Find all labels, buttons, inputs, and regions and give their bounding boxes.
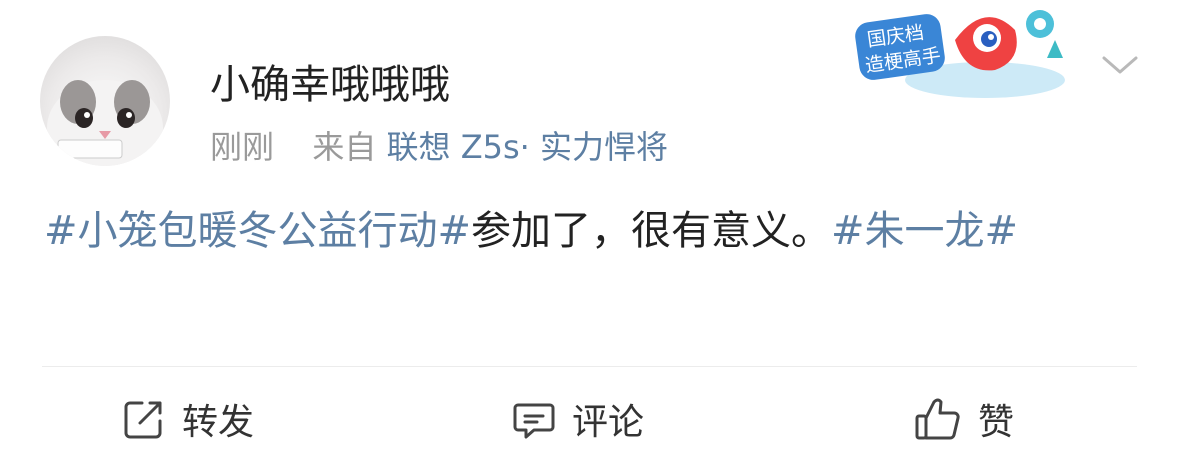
like-label: 赞 (978, 402, 1015, 443)
like-button[interactable]: 赞 (914, 394, 1014, 444)
event-badge[interactable]: 国庆档 造梗高手 (835, 0, 1075, 110)
divider (42, 366, 1137, 367)
chevron-down-icon[interactable] (1100, 52, 1140, 78)
thumbs-up-icon (915, 398, 960, 440)
username[interactable]: 小确幸哦哦哦 (210, 52, 450, 110)
post-source[interactable]: 联想 Z5s· 实力悍将 (387, 128, 668, 166)
comment-icon (513, 403, 555, 439)
comment-label: 评论 (572, 402, 645, 443)
avatar[interactable] (40, 36, 170, 166)
mascot-badge-icon: 国庆档 造梗高手 (855, 10, 1065, 98)
post-time: 刚刚 (210, 128, 275, 166)
post-text: 参加了，很有意义。 (471, 208, 832, 254)
post-content: #小笼包暖冬公益行动#参加了，很有意义。#朱一龙# (44, 196, 1134, 266)
repost-icon (124, 401, 162, 439)
source-prefix: 来自 (312, 128, 377, 166)
cat-avatar-image (47, 80, 163, 166)
hashtag-link[interactable]: #小笼包暖冬公益行动# (44, 208, 471, 254)
repost-label: 转发 (182, 402, 255, 443)
post-meta: 刚刚 来自 联想 Z5s· 实力悍将 (210, 122, 668, 168)
repost-button[interactable]: 转发 (122, 394, 254, 444)
hashtag-link[interactable]: #朱一龙# (831, 208, 1018, 254)
comment-button[interactable]: 评论 (512, 394, 644, 444)
